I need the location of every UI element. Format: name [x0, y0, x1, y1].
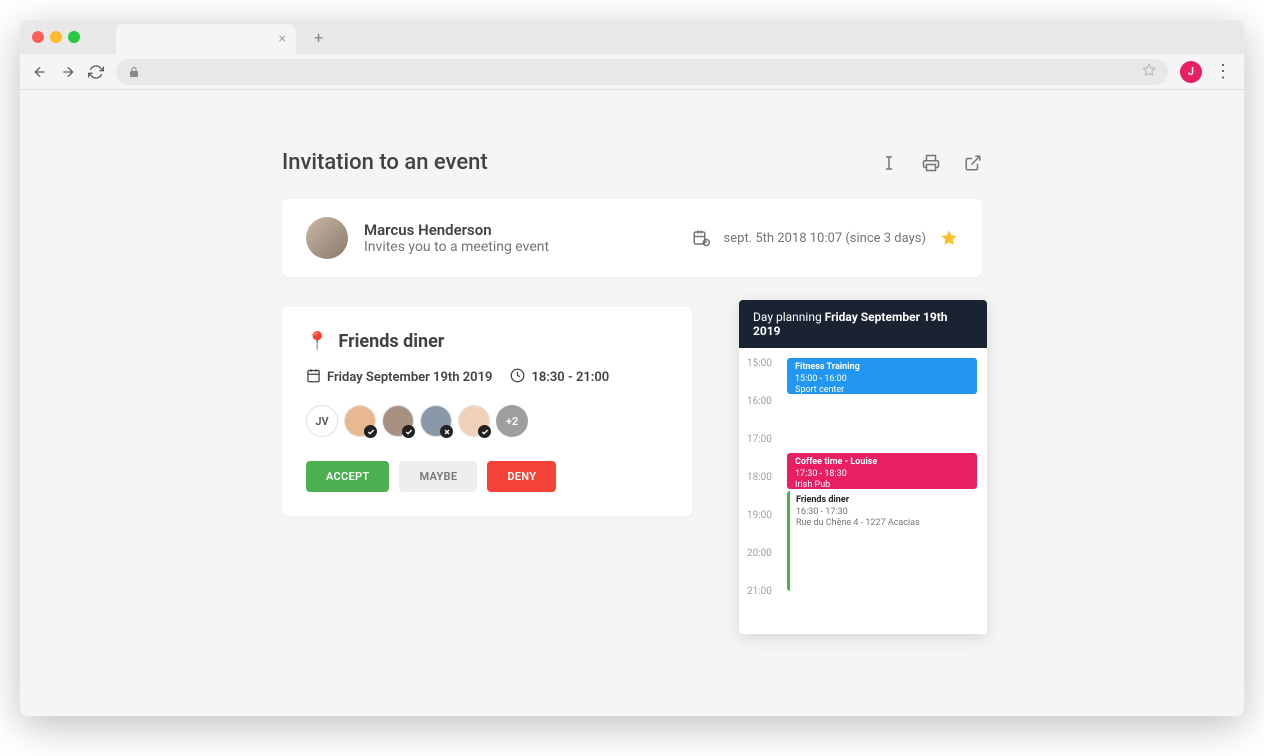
browser-window: × + J ⋮ Invitation to an event [20, 20, 1244, 716]
attendee-avatar[interactable] [344, 405, 376, 437]
time-label: 16:00 [747, 396, 783, 434]
calendar-slot[interactable]: Coffee time - Louise17:30 - 18:30Irish P… [787, 453, 977, 489]
slot-location: Rue du Chêne 4 - 1227 Acacias [796, 518, 969, 530]
inviter-card: Marcus Henderson Invites you to a meetin… [282, 199, 982, 277]
browser-tab[interactable]: × [116, 24, 296, 54]
calendar-icon [306, 368, 321, 387]
browser-menu-button[interactable]: ⋮ [1214, 63, 1232, 81]
slot-title: Coffee time - Louise [795, 457, 969, 469]
time-label: 17:00 [747, 434, 783, 472]
inviter-name: Marcus Henderson [364, 221, 676, 239]
event-time: 18:30 - 21:00 [531, 370, 609, 385]
accept-button[interactable]: ACCEPT [306, 461, 389, 492]
reload-button[interactable] [88, 64, 104, 80]
clock-icon [510, 368, 525, 387]
address-bar[interactable] [116, 59, 1168, 85]
titlebar: × + [20, 20, 1244, 54]
timeline: Fitness Training15:00 - 16:00Sport cente… [787, 358, 977, 624]
time-label: 18:00 [747, 472, 783, 510]
event-title: Friends diner [338, 331, 444, 352]
slot-time: 17:30 - 18:30 [795, 469, 969, 481]
favorite-star-icon[interactable] [940, 229, 958, 247]
time-label: 20:00 [747, 548, 783, 586]
inviter-timestamp: sept. 5th 2018 10:07 (since 3 days) [724, 231, 926, 246]
print-icon[interactable] [922, 154, 940, 172]
day-planning-prefix: Day planning [753, 310, 825, 324]
text-size-icon[interactable] [880, 154, 898, 172]
window-minimize-button[interactable] [50, 31, 62, 43]
slot-title: Friends diner [796, 495, 969, 507]
bookmark-star-icon[interactable] [1142, 62, 1156, 81]
attendee-avatar[interactable] [458, 405, 490, 437]
tab-close-icon[interactable]: × [279, 31, 286, 47]
day-planning-panel: Day planning Friday September 19th 2019 … [739, 300, 987, 634]
header-actions [880, 154, 982, 172]
time-label: 21:00 [747, 586, 783, 624]
check-icon [402, 425, 415, 438]
attendee-avatar[interactable]: JV [306, 405, 338, 437]
time-column: 15:0016:0017:0018:0019:0020:0021:00 [747, 358, 783, 624]
maybe-button[interactable]: MAYBE [399, 461, 477, 492]
calendar-slot[interactable]: Fitness Training15:00 - 16:00Sport cente… [787, 358, 977, 394]
slot-time: 15:00 - 16:00 [795, 374, 969, 386]
calendar-question-icon [692, 229, 710, 247]
attendee-more[interactable]: +2 [496, 405, 528, 437]
time-label: 15:00 [747, 358, 783, 396]
attendee-avatar[interactable] [382, 405, 414, 437]
time-label: 19:00 [747, 510, 783, 548]
cross-icon [440, 425, 453, 438]
window-close-button[interactable] [32, 31, 44, 43]
open-external-icon[interactable] [964, 154, 982, 172]
back-button[interactable] [32, 64, 48, 80]
inviter-avatar [306, 217, 348, 259]
calendar-slot[interactable]: Friends diner16:30 - 17:30Rue du Chêne 4… [787, 491, 977, 591]
slot-time: 16:30 - 17:30 [796, 507, 969, 519]
event-date: Friday September 19th 2019 [327, 370, 492, 385]
check-icon [478, 425, 491, 438]
map-pin-icon: 📍 [306, 331, 328, 352]
attendee-avatar[interactable] [420, 405, 452, 437]
page-content: Invitation to an event Marcus Hend [20, 90, 1244, 716]
lock-icon [128, 66, 140, 78]
slot-location: Sport center [795, 385, 969, 397]
browser-toolbar: J ⋮ [20, 54, 1244, 90]
page-header: Invitation to an event [282, 150, 982, 175]
day-planning-header: Day planning Friday September 19th 2019 [739, 300, 987, 348]
slot-title: Fitness Training [795, 362, 969, 374]
profile-badge[interactable]: J [1180, 61, 1202, 83]
attendees-list: JV +2 [306, 405, 668, 437]
deny-button[interactable]: DENY [487, 461, 556, 492]
event-card: 📍 Friends diner Friday September 19th 20… [282, 307, 692, 516]
inviter-subtitle: Invites you to a meeting event [364, 239, 676, 255]
new-tab-button[interactable]: + [314, 28, 323, 47]
window-maximize-button[interactable] [68, 31, 80, 43]
page-title: Invitation to an event [282, 150, 488, 175]
check-icon [364, 425, 377, 438]
forward-button[interactable] [60, 64, 76, 80]
